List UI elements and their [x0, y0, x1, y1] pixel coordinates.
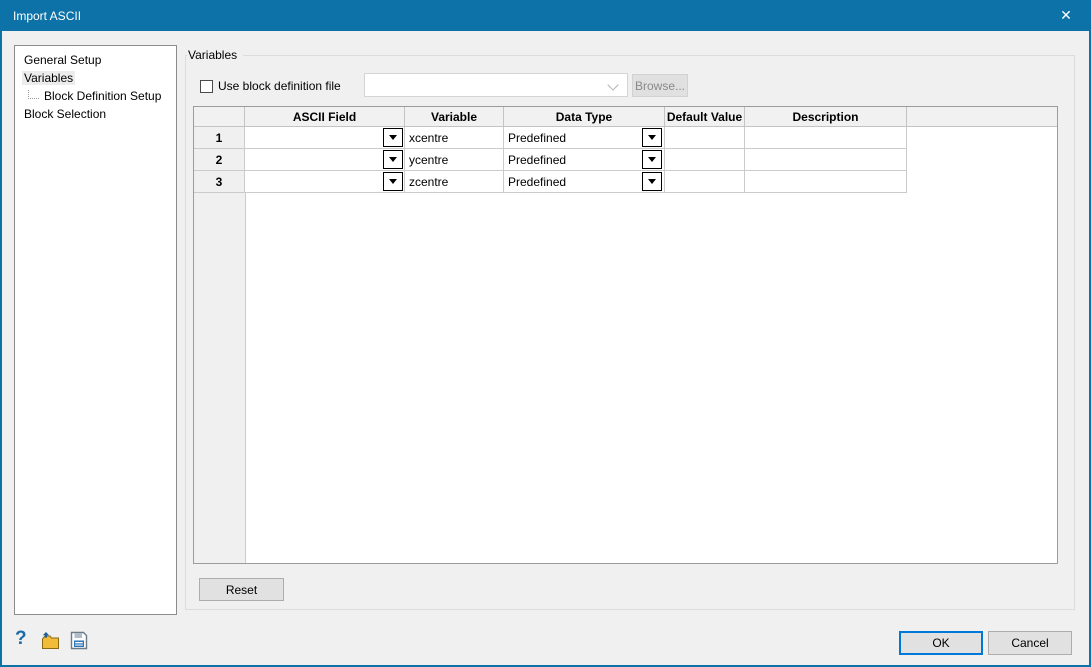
use-block-definition-label[interactable]: Use block definition file [218, 79, 341, 93]
use-block-definition-checkbox[interactable] [200, 80, 213, 93]
sidebar-item-block-definition-setup[interactable]: Block Definition Setup [15, 87, 176, 105]
sidebar-item-variables[interactable]: Variables [15, 69, 176, 87]
sidebar-item-label: General Setup [22, 53, 103, 67]
row-number: 3 [194, 171, 245, 193]
data-type-cell[interactable]: Predefined [504, 149, 665, 171]
triangle-down-icon [648, 179, 656, 184]
setup-tree: General Setup Variables Block Definition S… [14, 45, 177, 615]
column-header: ASCII Field [245, 107, 405, 127]
default-value-cell[interactable] [665, 171, 745, 193]
data-type-cell[interactable]: Predefined [504, 127, 665, 149]
table-header-row: ASCII FieldVariableData TypeDefault Valu… [194, 107, 1057, 127]
row-filler [907, 127, 1057, 149]
data-type-dropdown[interactable] [642, 150, 662, 169]
sidebar-item-label: Block Definition Setup [42, 89, 163, 103]
variables-group: Variables Use block definition file Brow… [185, 55, 1075, 610]
table-empty-area [194, 193, 1057, 563]
sidebar-item-general-setup[interactable]: General Setup [15, 51, 176, 69]
variable-value: ycentre [405, 153, 448, 167]
sidebar-item-label: Variables [22, 71, 75, 85]
variables-table: ASCII FieldVariableData TypeDefault Valu… [193, 106, 1058, 564]
triangle-down-icon [389, 135, 397, 140]
variable-cell[interactable]: zcentre [405, 171, 504, 193]
data-type-value: Predefined [504, 131, 566, 145]
reset-button-label: Reset [226, 583, 257, 597]
description-cell[interactable] [745, 127, 907, 149]
table-row: 2 ycentre Predefined [194, 149, 1057, 171]
data-type-value: Predefined [504, 153, 566, 167]
sidebar-item-label: Block Selection [22, 107, 108, 121]
close-icon: ✕ [1060, 7, 1072, 24]
variable-cell[interactable]: ycentre [405, 149, 504, 171]
table-row: 3 zcentre Predefined [194, 171, 1057, 193]
row-filler [907, 149, 1057, 171]
ascii-field-cell[interactable] [245, 127, 405, 149]
triangle-down-icon [648, 135, 656, 140]
ascii-field-cell[interactable] [245, 149, 405, 171]
data-type-dropdown[interactable] [642, 172, 662, 191]
sidebar-item-block-selection[interactable]: Block Selection [15, 105, 176, 123]
description-cell[interactable] [745, 149, 907, 171]
ascii-field-dropdown[interactable] [383, 128, 403, 147]
triangle-down-icon [648, 157, 656, 162]
column-header: Variable [405, 107, 504, 127]
close-button[interactable]: ✕ [1043, 0, 1089, 31]
ok-button[interactable]: OK [899, 631, 983, 655]
cancel-button-label: Cancel [1011, 636, 1048, 650]
open-folder-icon[interactable] [40, 631, 61, 653]
variable-value: xcentre [405, 131, 448, 145]
window-title: Import ASCII [13, 9, 81, 23]
group-title: Variables [187, 48, 243, 63]
browse-button: Browse... [632, 74, 688, 97]
variable-value: zcentre [405, 175, 448, 189]
cancel-button[interactable]: Cancel [988, 631, 1072, 655]
data-type-cell[interactable]: Predefined [504, 171, 665, 193]
tree-branch-line-icon [28, 90, 39, 99]
ascii-field-dropdown[interactable] [383, 150, 403, 169]
table-row: 1 xcentre Predefined [194, 127, 1057, 149]
chevron-down-icon [607, 79, 618, 90]
block-definition-file-combo [364, 73, 628, 97]
row-number: 1 [194, 127, 245, 149]
row-number-header [194, 107, 245, 127]
ascii-field-cell[interactable] [245, 171, 405, 193]
row-number: 2 [194, 149, 245, 171]
triangle-down-icon [389, 179, 397, 184]
save-icon[interactable] [70, 631, 88, 653]
row-number-gutter [194, 193, 246, 563]
table-empty-body [246, 193, 1057, 563]
header-filler [907, 107, 1057, 127]
variable-cell[interactable]: xcentre [405, 127, 504, 149]
triangle-down-icon [389, 157, 397, 162]
browse-button-label: Browse... [635, 79, 685, 93]
default-value-cell[interactable] [665, 127, 745, 149]
description-cell[interactable] [745, 171, 907, 193]
column-header: Description [745, 107, 907, 127]
column-header: Default Value [665, 107, 745, 127]
default-value-cell[interactable] [665, 149, 745, 171]
data-type-dropdown[interactable] [642, 128, 662, 147]
data-type-value: Predefined [504, 175, 566, 189]
import-ascii-dialog: Import ASCII ✕ General Setup Variables Blo… [0, 0, 1091, 667]
title-bar[interactable]: Import ASCII [2, 0, 1089, 31]
row-filler [907, 171, 1057, 193]
ascii-field-dropdown[interactable] [383, 172, 403, 191]
reset-button[interactable]: Reset [199, 578, 284, 601]
ok-button-label: OK [932, 636, 949, 650]
help-icon[interactable]: ? [15, 628, 27, 650]
column-header: Data Type [504, 107, 665, 127]
